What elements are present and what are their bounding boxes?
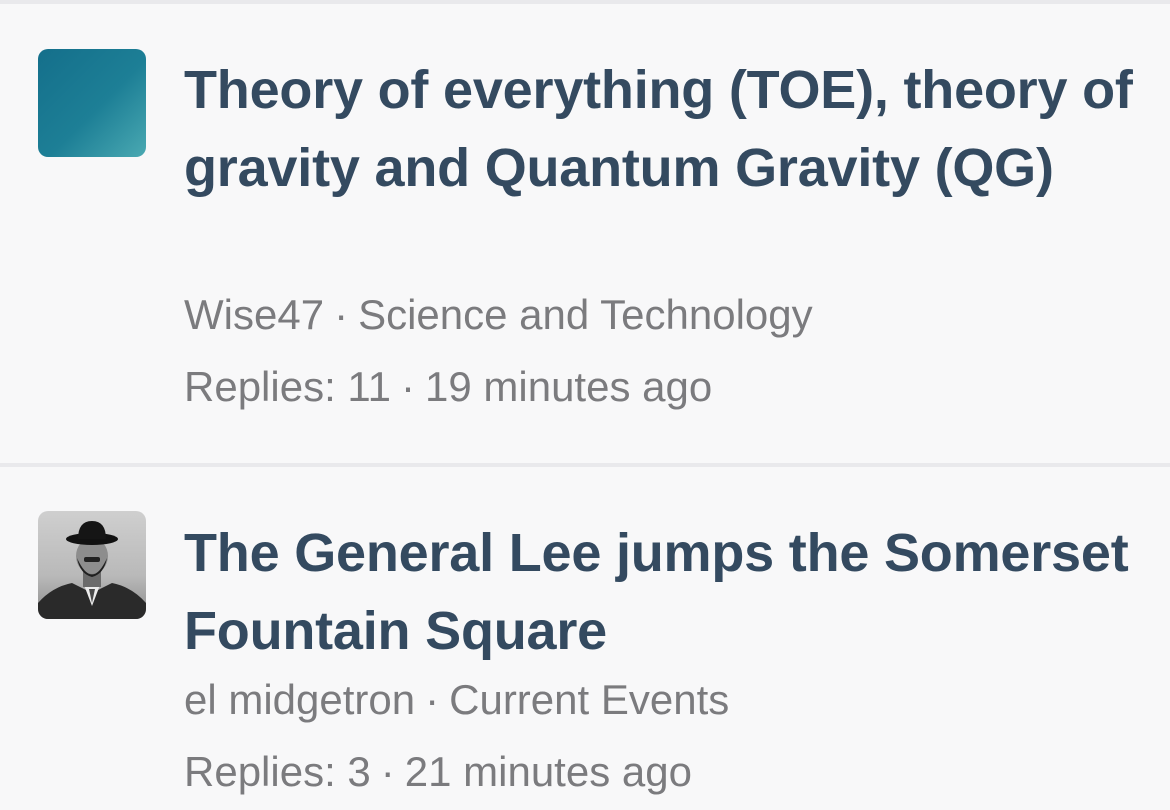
man-in-bowler-hat-avatar[interactable] (38, 511, 146, 619)
meta-separator: · (380, 748, 395, 795)
thread-row[interactable]: Theory of everything (TOE), theory of gr… (0, 4, 1170, 463)
man-in-bowler-hat-icon (38, 521, 146, 619)
thread-row[interactable]: The General Lee jumps the Somerset Fount… (0, 467, 1170, 810)
thread-time: 19 minutes ago (425, 363, 713, 410)
meta-separator: · (334, 291, 349, 338)
thread-title[interactable]: Theory of everything (TOE), theory of gr… (184, 51, 1144, 207)
thread-meta-author-forum: Wise47 · Science and Technology (184, 287, 813, 343)
thread-time: 21 minutes ago (404, 748, 692, 795)
meta-separator: · (401, 363, 416, 410)
thread-author[interactable]: el midgetron (184, 676, 415, 723)
thread-forum[interactable]: Current Events (449, 676, 729, 723)
thread-list: Theory of everything (TOE), theory of gr… (0, 0, 1170, 810)
thread-forum[interactable]: Science and Technology (358, 291, 813, 338)
thread-replies: Replies: 3 (184, 748, 371, 795)
thread-meta-stats: Replies: 3 · 21 minutes ago (184, 744, 692, 800)
teal-gradient-avatar[interactable] (38, 49, 146, 157)
thread-meta-stats: Replies: 11 · 19 minutes ago (184, 359, 712, 415)
thread-title[interactable]: The General Lee jumps the Somerset Fount… (184, 514, 1144, 670)
thread-author[interactable]: Wise47 (184, 291, 324, 338)
thread-replies: Replies: 11 (184, 363, 392, 410)
thread-meta-author-forum: el midgetron · Current Events (184, 672, 729, 728)
meta-separator: · (425, 676, 440, 723)
